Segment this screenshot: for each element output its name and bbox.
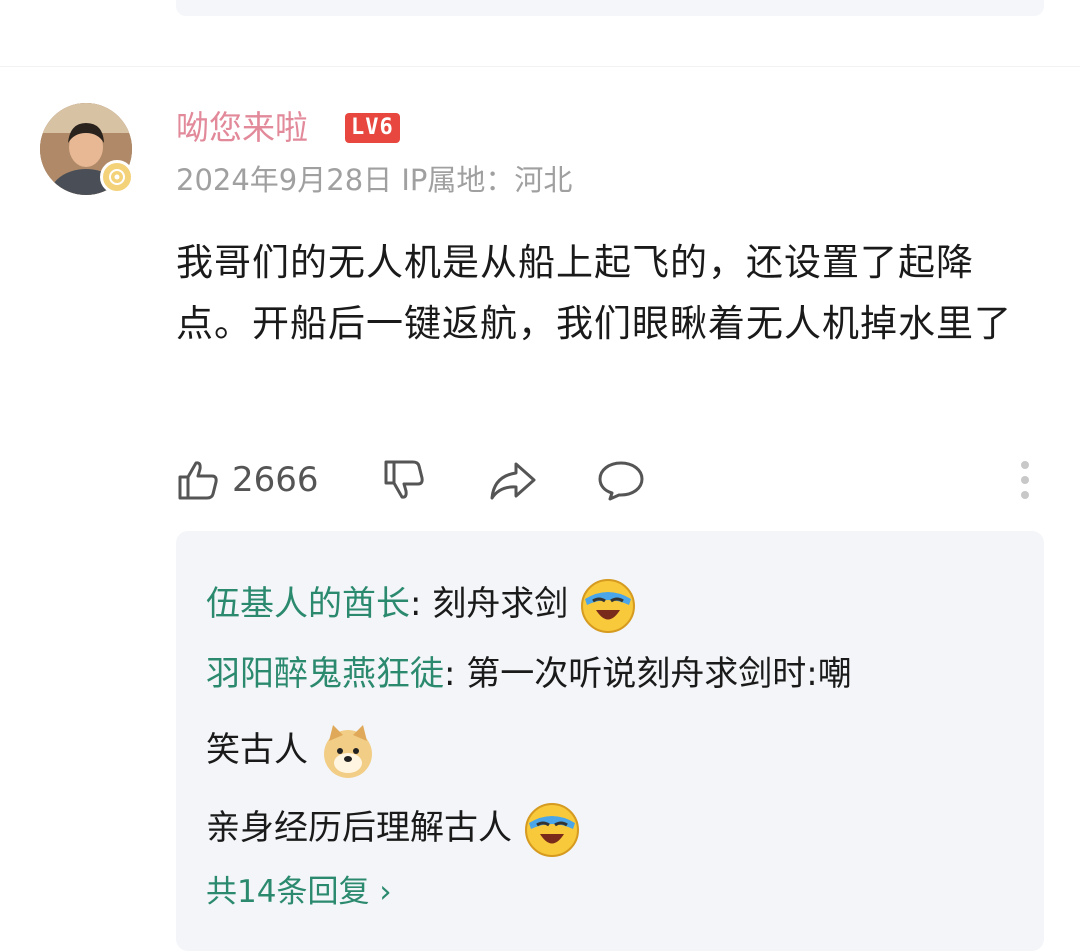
share-icon xyxy=(490,462,536,500)
reply-author[interactable]: 羽阳醉鬼燕狂徒 xyxy=(206,654,444,694)
comment-actions: 2666 xyxy=(176,452,1046,508)
replies-panel: 伍基人的酋长: 刻舟求剑 羽阳醉鬼燕狂徒: 第一次听说刻舟求剑时:嘲 笑古人 亲… xyxy=(176,531,1044,951)
reply-author[interactable]: 伍基人的酋长 xyxy=(206,584,410,624)
comment-content: 我哥们的无人机是从船上起飞的，还设置了起降点。开船后一键返航，我们眼瞅着无人机掉… xyxy=(176,241,1012,345)
reply-button[interactable] xyxy=(596,452,646,508)
like-button[interactable]: 2666 xyxy=(176,452,319,508)
dislike-button[interactable] xyxy=(382,452,426,508)
thumbs-up-icon xyxy=(178,461,218,500)
like-count: 2666 xyxy=(232,460,319,500)
verified-badge-icon xyxy=(100,160,134,194)
comment-meta: 2024年9月28日 IP属地：河北 xyxy=(176,163,573,197)
reply-text: 第一次听说刻舟求剑时:嘲 xyxy=(466,654,852,694)
view-more-replies-link[interactable]: 共14条回复 › xyxy=(206,867,392,917)
more-vertical-icon[interactable] xyxy=(1020,460,1030,500)
laughing-tears-emoji-icon xyxy=(581,578,636,633)
laughing-tears-emoji-icon xyxy=(524,802,579,857)
reply-text-continued: 笑古人 xyxy=(206,715,377,785)
reply-text-continued: 亲身经历后理解古人 xyxy=(206,793,581,863)
reply-item[interactable]: 伍基人的酋长: 刻舟求剑 xyxy=(206,569,637,639)
comment-icon xyxy=(598,461,644,501)
thumbs-down-icon xyxy=(384,460,424,499)
comment-username[interactable]: 呦您来啦 xyxy=(176,106,308,150)
previous-reply-panel xyxy=(176,0,1044,16)
divider xyxy=(0,66,1080,67)
level-badge: LV6 xyxy=(345,113,400,143)
reply-item[interactable]: 羽阳醉鬼燕狂徒: 第一次听说刻舟求剑时:嘲 xyxy=(206,639,852,709)
reply-text: 刻舟求剑 xyxy=(432,584,569,624)
doge-emoji-icon xyxy=(323,724,372,778)
share-button[interactable] xyxy=(488,452,538,508)
